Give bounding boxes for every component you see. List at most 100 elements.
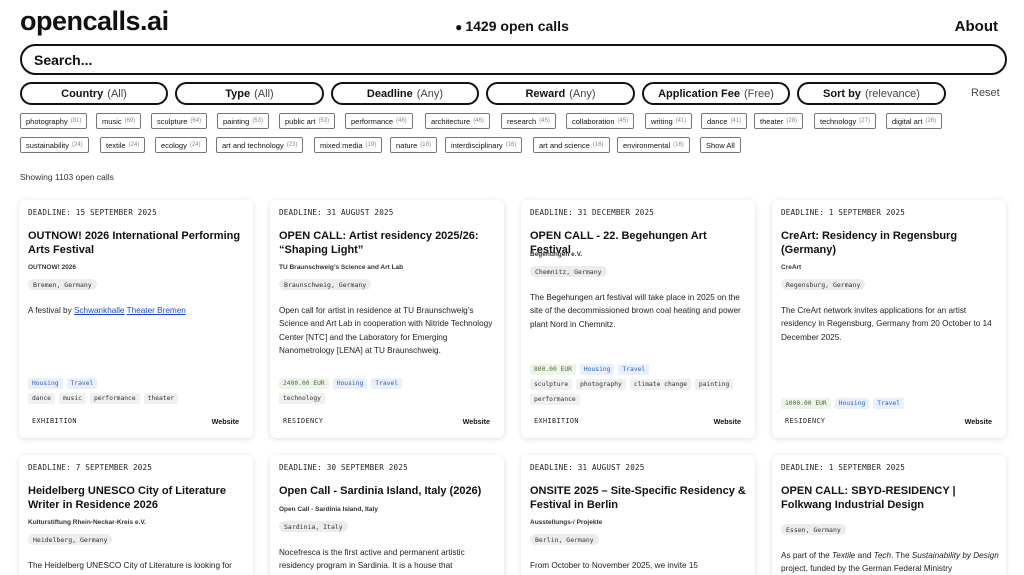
- card-footer: EXHIBITION Website: [530, 417, 746, 427]
- call-card[interactable]: DEADLINE: 1 SEPTEMBER 2025 OPEN CALL: SB…: [772, 455, 1006, 575]
- reset-button[interactable]: Reset: [971, 87, 1000, 99]
- tag-count: (16): [505, 142, 517, 148]
- card-deadline: DEADLINE: 7 SEPTEMBER 2025: [28, 463, 153, 472]
- card-description: A festival by Schwankhalle Theater Breme…: [28, 304, 246, 317]
- tag-environmental[interactable]: environmental (16): [617, 137, 690, 153]
- tag-label: sculpture: [157, 116, 188, 126]
- tag-count: (26): [925, 118, 937, 124]
- tag-ecology[interactable]: ecology (24): [155, 137, 207, 153]
- tag-mixed-media[interactable]: mixed media (19): [314, 137, 383, 153]
- call-card[interactable]: DEADLINE: 30 SEPTEMBER 2025 Open Call - …: [270, 455, 504, 575]
- country-filter-button[interactable]: Country (All): [20, 82, 168, 105]
- tag-collaboration[interactable]: collaboration (45): [566, 113, 635, 129]
- card-title[interactable]: Heidelberg UNESCO City of Literature Wri…: [28, 485, 246, 512]
- card-title[interactable]: Open Call - Sardinia Island, Italy (2026…: [279, 485, 497, 499]
- discipline-chip: performance: [89, 393, 140, 404]
- tag-row: sustainability (24) textile (24) ecology (2…: [20, 137, 1010, 153]
- search-input[interactable]: [20, 44, 1007, 75]
- call-card[interactable]: DEADLINE: 31 AUGUST 2025 ONSITE 2025 – S…: [521, 455, 755, 575]
- tag-painting[interactable]: painting (53): [217, 113, 269, 129]
- tag-digital-art[interactable]: digital art (26): [886, 113, 943, 129]
- card-organizer: Ausstellungs-/ Projekte: [530, 519, 603, 526]
- card-title[interactable]: OPEN CALL: SBYD-RESIDENCY | Folkwang Ind…: [781, 485, 999, 512]
- tag-photography[interactable]: photography (81): [20, 113, 88, 129]
- website-link[interactable]: Website: [463, 417, 490, 426]
- type-filter-button[interactable]: Type (All): [175, 82, 324, 105]
- discipline-chip: technology: [279, 393, 325, 404]
- card-description: The Begehungen art festival will take pl…: [530, 293, 741, 329]
- card-footer: RESIDENCY Website: [781, 417, 997, 427]
- discipline-chip: climate change: [629, 379, 691, 390]
- tag-art-and-technology[interactable]: art and technology (23): [216, 137, 304, 153]
- discipline-chip: painting: [694, 379, 734, 390]
- tag-art-and-science[interactable]: art and science (16): [533, 137, 610, 153]
- filter-value: (Free): [743, 87, 774, 100]
- card-location: Heidelberg, Germany: [28, 534, 113, 545]
- tag-label: architecture: [431, 116, 471, 126]
- card-organizer: TU Braunschweig’s Science and Art Lab: [279, 264, 404, 271]
- description-text: project, funded by the German Federal Mi…: [781, 564, 953, 574]
- card-type: EXHIBITION: [32, 417, 77, 425]
- card-title[interactable]: CreArt: Residency in Regensburg (Germany…: [781, 230, 999, 257]
- tag-count: (23): [286, 142, 298, 148]
- tag-theater[interactable]: theater (28): [754, 113, 804, 129]
- tag-dance[interactable]: dance (41): [701, 113, 748, 129]
- tag-interdisciplinary[interactable]: interdisciplinary (16): [445, 137, 523, 153]
- card-title[interactable]: ONSITE 2025 – Site-Specific Residency & …: [530, 485, 748, 512]
- tag-label: performance: [351, 116, 394, 126]
- website-link[interactable]: Website: [714, 417, 741, 426]
- card-organizer: Open Call - Sardinia Island, Italy: [279, 506, 378, 513]
- call-card[interactable]: DEADLINE: 31 DECEMBER 2025 OPEN CALL - 2…: [521, 200, 755, 438]
- tag-technology[interactable]: technology (27): [814, 113, 876, 129]
- tag-writing[interactable]: writing (41): [645, 113, 693, 129]
- card-description: As part of the Textile and Tech. The Sus…: [781, 549, 999, 575]
- call-card[interactable]: DEADLINE: 7 SEPTEMBER 2025 Heidelberg UN…: [19, 455, 253, 575]
- call-card[interactable]: DEADLINE: 31 AUGUST 2025 OPEN CALL: Arti…: [270, 200, 504, 438]
- tag-music[interactable]: music (69): [96, 113, 142, 129]
- description-text: and: [855, 551, 874, 560]
- card-title[interactable]: OUTNOW! 2026 International Performing Ar…: [28, 230, 246, 257]
- card-deadline: DEADLINE: 1 SEPTEMBER 2025: [781, 463, 906, 472]
- tag-count: (41): [730, 118, 742, 124]
- tag-sustainability[interactable]: sustainability (24): [20, 137, 89, 153]
- website-link[interactable]: Website: [212, 417, 239, 426]
- about-link[interactable]: About: [955, 18, 998, 35]
- tag-label: sustainability: [26, 140, 69, 150]
- description-link[interactable]: Schwankhalle: [74, 306, 125, 315]
- call-card[interactable]: DEADLINE: 1 SEPTEMBER 2025 CreArt: Resid…: [772, 200, 1006, 438]
- call-card[interactable]: DEADLINE: 15 SEPTEMBER 2025 OUTNOW! 2026…: [19, 200, 253, 438]
- tag-research[interactable]: research (45): [501, 113, 556, 129]
- tag-label: ecology: [161, 140, 187, 150]
- discipline-chip: dance: [28, 393, 55, 404]
- tag-architecture[interactable]: architecture (46): [425, 113, 490, 129]
- tag-count: (46): [473, 118, 484, 124]
- benefit-chip: Housing: [332, 378, 368, 389]
- card-location: Bremen, Germany: [28, 279, 97, 290]
- reward-filter-button[interactable]: Reward (Any): [486, 82, 635, 105]
- tag-sculpture[interactable]: sculpture (64): [151, 113, 208, 129]
- filter-label: Deadline: [366, 87, 413, 100]
- tag-performance[interactable]: performance (46): [345, 113, 413, 129]
- tag-textile[interactable]: textile (24): [100, 137, 146, 153]
- website-link[interactable]: Website: [965, 417, 992, 426]
- application-fee-filter-button[interactable]: Application Fee (Free): [642, 82, 790, 105]
- card-footer: EXHIBITION Website: [28, 417, 244, 427]
- card-organizer: Kulturstiftung Rhein-Neckar-Kreis e.V.: [28, 519, 146, 526]
- deadline-filter-button[interactable]: Deadline (Any): [331, 82, 479, 105]
- tag-count: (46): [396, 118, 407, 124]
- sort-by-button[interactable]: Sort by (relevance): [797, 82, 946, 105]
- tag-count: (24): [189, 142, 201, 148]
- card-deadline: DEADLINE: 15 SEPTEMBER 2025: [28, 208, 157, 217]
- description-text: . The: [891, 551, 912, 560]
- description-link[interactable]: Theater Bremen: [127, 306, 186, 315]
- tag-public-art[interactable]: public art (53): [279, 113, 336, 129]
- card-footer: RESIDENCY Website: [279, 417, 495, 427]
- tag-nature[interactable]: nature (18): [390, 137, 437, 153]
- card-title[interactable]: OPEN CALL: Artist residency 2025/26: “Sh…: [279, 230, 497, 257]
- show-all-tags-button[interactable]: Show All: [700, 137, 741, 153]
- filter-label: Country: [61, 87, 104, 100]
- tag-count: (16): [673, 142, 684, 148]
- tag-count: (64): [190, 118, 202, 124]
- filter-label: Application Fee: [658, 87, 740, 100]
- tag-count: (53): [318, 118, 330, 124]
